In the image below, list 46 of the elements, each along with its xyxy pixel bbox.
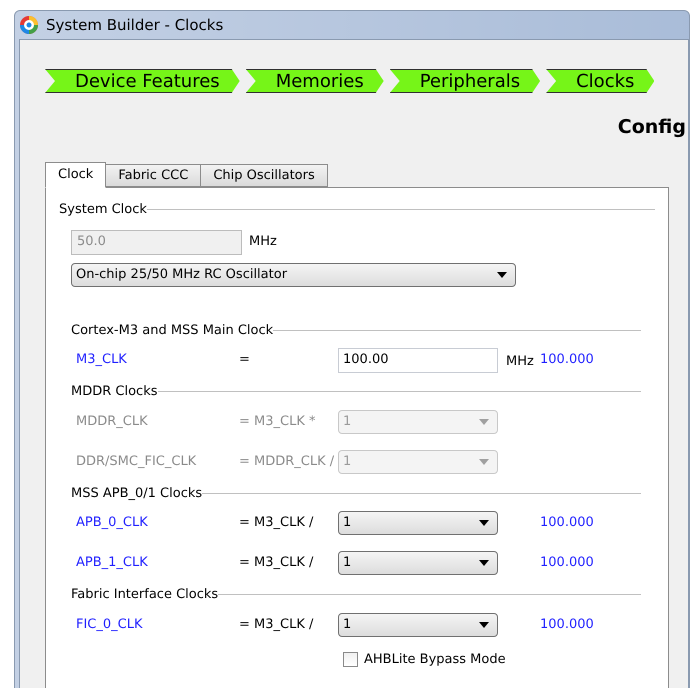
checkbox-label: AHBLite Bypass Mode	[364, 650, 506, 669]
group-title: MSS APB_0/1 Clocks	[71, 484, 202, 502]
unit-label: MHz	[506, 354, 534, 369]
computed-frequency: 100.000	[540, 351, 594, 370]
clock-formula: = MDDR_CLK /	[239, 452, 336, 471]
computed-frequency: 100.000	[540, 616, 594, 634]
clock-formula: =	[239, 351, 251, 370]
dropdown-arrow-icon	[479, 458, 489, 464]
tab[interactable]: Clock	[45, 162, 106, 188]
clock-formula: = M3_CLK /	[239, 616, 314, 634]
wizard-step[interactable]: Clocks	[546, 69, 654, 93]
dropdown[interactable]: 1	[338, 511, 498, 535]
dropdown-arrow-icon	[479, 622, 489, 628]
clock-formula: = M3_CLK /	[239, 554, 314, 572]
unit-label: MHz	[249, 233, 277, 252]
window-title: System Builder - Clocks	[46, 14, 224, 36]
clock-name: APB_0_CLK	[75, 514, 149, 532]
frequency-input[interactable]: 100.00	[338, 348, 498, 372]
clock-name: M3_CLK	[75, 351, 128, 370]
dropdown-arrow-icon	[479, 560, 489, 566]
clock-name: DDR/SMC_FIC_CLK	[75, 452, 198, 471]
tab[interactable]: Chip Oscillators	[200, 164, 328, 187]
wizard-step[interactable]: Memories	[246, 69, 384, 93]
clock-formula: = M3_CLK /	[239, 514, 314, 532]
page-heading: Config	[618, 115, 687, 139]
dropdown[interactable]: 1	[338, 551, 498, 575]
clock-name: FIC_0_CLK	[75, 616, 144, 634]
wizard-step[interactable]: Peripherals	[390, 69, 540, 93]
tab[interactable]: Fabric CCC	[105, 164, 202, 187]
dropdown-arrow-icon	[479, 418, 489, 424]
group-title: MDDR Clocks	[71, 383, 158, 401]
group-title: System Clock	[59, 201, 147, 219]
group-title: Cortex-M3 and MSS Main Clock	[71, 322, 274, 340]
computed-frequency: 100.000	[540, 514, 594, 532]
dropdown[interactable]: 1	[338, 612, 498, 636]
clock-name: MDDR_CLK	[75, 412, 149, 431]
app-logo-icon	[19, 15, 39, 35]
clock-formula: = M3_CLK *	[239, 412, 316, 431]
checkbox[interactable]	[343, 652, 358, 667]
group-title: Fabric Interface Clocks	[71, 586, 218, 604]
clock-name: APB_1_CLK	[75, 554, 149, 572]
dropdown-arrow-icon	[479, 520, 489, 526]
dropdown-arrow-icon	[497, 272, 507, 278]
computed-frequency: 100.000	[540, 554, 594, 572]
dropdown[interactable]: On-chip 25/50 MHz RC Oscillator	[71, 262, 516, 286]
wizard-step[interactable]: Device Features	[45, 69, 240, 93]
